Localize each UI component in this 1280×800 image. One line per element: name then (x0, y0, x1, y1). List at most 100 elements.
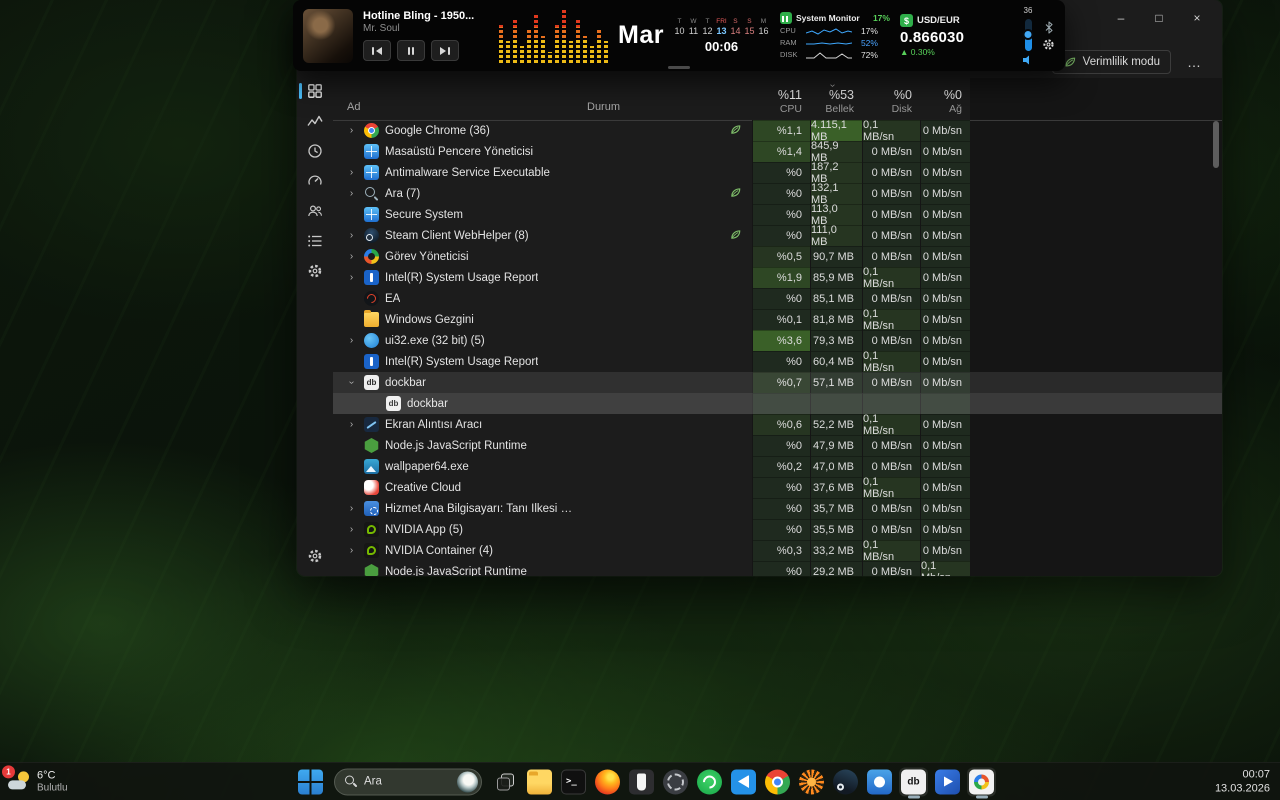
sidebar-item-performance[interactable] (297, 113, 333, 129)
table-row[interactable]: Node.js JavaScript Runtime %0 29,2 MB 0 … (333, 561, 1222, 576)
volume-slider-knob[interactable] (1023, 29, 1034, 40)
speaker-icon[interactable] (1023, 55, 1033, 65)
weather-widget[interactable]: 1 6°C Bulutlu (8, 769, 68, 794)
table-row[interactable]: Secure System %0 113,0 MB 0 MB/sn 0 Mb/s… (333, 204, 1222, 225)
expand-chevron[interactable]: › (345, 188, 358, 199)
system-clock[interactable]: 00:07 13.03.2026 (1215, 767, 1270, 796)
calendar-day: T12 (701, 18, 714, 36)
status-cell (580, 393, 752, 414)
column-header-disk[interactable]: %0 Disk (862, 78, 920, 120)
table-row[interactable]: › Antimalware Service Executable %0 187,… (333, 162, 1222, 183)
disk-cell: 0 MB/sn (862, 141, 920, 162)
expand-chevron[interactable]: › (345, 272, 358, 283)
table-row[interactable]: EA %0 85,1 MB 0 MB/sn 0 Mb/sn (333, 288, 1222, 309)
table-row[interactable]: › NVIDIA App (5) %0 35,5 MB 0 MB/sn 0 Mb… (333, 519, 1222, 540)
next-track-button[interactable] (431, 40, 459, 61)
sidebar-item-details[interactable] (297, 233, 333, 249)
bluetooth-icon[interactable] (1044, 21, 1054, 34)
table-row[interactable]: › Ara (7) %0 132,1 MB 0 MB/sn 0 Mb/sn (333, 183, 1222, 204)
table-row[interactable]: › dockbar %0,7 57,1 MB 0 MB/sn 0 Mb/sn (333, 372, 1222, 393)
table-row[interactable]: dockbar (333, 393, 1222, 414)
pause-button[interactable] (397, 40, 425, 61)
expand-chevron[interactable]: › (345, 125, 358, 136)
expand-chevron[interactable]: › (345, 545, 358, 556)
sidebar-item-users[interactable] (297, 203, 333, 219)
volume-slider[interactable] (1025, 19, 1032, 51)
gear-app-taskbar-button[interactable] (661, 767, 690, 796)
blue-app-taskbar-button[interactable] (865, 767, 894, 796)
taskbar: 1 6°C Bulutlu Ara 00:07 13.03.2026 (0, 762, 1280, 800)
photos-taskbar-button[interactable] (933, 767, 962, 796)
sidebar-item-app-history[interactable] (297, 143, 333, 159)
minimize-button[interactable]: – (1102, 4, 1140, 32)
system-monitor-title: System Monitor (796, 13, 869, 23)
sidebar-item-processes[interactable] (297, 83, 333, 99)
close-button[interactable]: × (1178, 4, 1216, 32)
table-row[interactable]: › NVIDIA Container (4) %0,3 33,2 MB 0,1 … (333, 540, 1222, 561)
expand-chevron[interactable]: › (345, 230, 358, 241)
scrollbar-thumb[interactable] (1213, 121, 1219, 168)
name-cell: Windows Gezgini (333, 309, 580, 330)
column-header-name[interactable]: Ad (347, 101, 360, 113)
eco-leaf-icon (729, 228, 742, 246)
table-row[interactable]: › Steam Client WebHelper (8) %0 111,0 MB… (333, 225, 1222, 246)
expand-chevron[interactable]: › (345, 524, 358, 535)
efficiency-mode-button[interactable]: Verimlilik modu (1052, 50, 1171, 74)
process-table-body: › Google Chrome (36) %1,1 4.115,1 MB 0,1… (333, 120, 1222, 576)
table-row[interactable]: › Ekran Alıntısı Aracı %0,6 52,2 MB 0,1 … (333, 414, 1222, 435)
task-manager-taskbar-button[interactable] (967, 767, 996, 796)
steam-taskbar-button[interactable] (831, 767, 860, 796)
table-row[interactable]: › Görev Yöneticisi %0,5 90,7 MB 0 MB/sn … (333, 246, 1222, 267)
more-options-button[interactable]: … (1183, 54, 1206, 70)
sidebar-item-startup-apps[interactable] (297, 173, 333, 189)
epic-games-taskbar-button[interactable] (627, 767, 656, 796)
dock-drag-handle[interactable] (668, 66, 690, 69)
terminal-taskbar-button[interactable] (559, 767, 588, 796)
disk-cell: 0,1 MB/sn (862, 414, 920, 435)
table-row[interactable]: Node.js JavaScript Runtime %0 47,9 MB 0 … (333, 435, 1222, 456)
column-header-memory[interactable]: › %53 Bellek (810, 78, 862, 120)
file-explorer-taskbar-button[interactable] (525, 767, 554, 796)
dockbar-taskbar-button[interactable] (899, 767, 928, 796)
table-row[interactable]: › Google Chrome (36) %1,1 4.115,1 MB 0,1… (333, 120, 1222, 141)
table-row[interactable]: › ui32.exe (32 bit) (5) %3,6 79,3 MB 0 M… (333, 330, 1222, 351)
whatsapp-taskbar-button[interactable] (695, 767, 724, 796)
process-icon (364, 270, 379, 285)
previous-track-button[interactable] (363, 40, 391, 61)
table-row[interactable]: Windows Gezgini %0,1 81,8 MB 0,1 MB/sn 0… (333, 309, 1222, 330)
dock-settings-gear-icon[interactable] (1042, 38, 1055, 51)
expand-chevron[interactable]: › (345, 167, 358, 178)
chrome-taskbar-button[interactable] (763, 767, 792, 796)
table-row[interactable]: › Intel(R) System Usage Report %1,9 85,9… (333, 267, 1222, 288)
starburst-taskbar-button[interactable] (797, 767, 826, 796)
mem-cell: 47,0 MB (810, 456, 862, 477)
expand-chevron[interactable]: › (345, 503, 358, 514)
status-cell (580, 540, 752, 561)
maximize-button[interactable]: □ (1140, 4, 1178, 32)
table-row[interactable]: Masaüstü Pencere Yöneticisi %1,4 845,9 M… (333, 141, 1222, 162)
table-row[interactable]: › Hizmet Ana Bilgisayarı: Tanı İlkesi Hi… (333, 498, 1222, 519)
column-header-status[interactable]: Durum (587, 101, 620, 113)
cpu-cell: %0,7 (752, 372, 810, 393)
table-row[interactable]: Intel(R) System Usage Report %0 60,4 MB … (333, 351, 1222, 372)
details-icon (307, 233, 323, 249)
settings-button[interactable] (297, 548, 333, 564)
start-button[interactable] (296, 767, 325, 796)
memory-total: %53 (829, 88, 854, 102)
vscode-taskbar-button[interactable] (729, 767, 758, 796)
expand-chevron[interactable]: › (345, 335, 358, 346)
table-row[interactable]: Creative Cloud %0 37,6 MB 0,1 MB/sn 0 Mb… (333, 477, 1222, 498)
expand-chevron[interactable]: › (346, 376, 357, 389)
desktop: – □ × dır Verimlilik modu … (0, 0, 1280, 800)
column-header-network[interactable]: %0 Ağ (920, 78, 970, 120)
column-header-cpu[interactable]: %11 CPU (752, 78, 810, 120)
sidebar-item-services[interactable] (297, 263, 333, 279)
name-cell: › Antimalware Service Executable (333, 162, 580, 183)
firefox-taskbar-button[interactable] (593, 767, 622, 796)
search-box[interactable]: Ara (334, 768, 482, 795)
table-row[interactable]: wallpaper64.exe %0,2 47,0 MB 0 MB/sn 0 M… (333, 456, 1222, 477)
task-view-taskbar-button[interactable] (491, 767, 520, 796)
expand-chevron[interactable]: › (345, 251, 358, 262)
expand-chevron[interactable]: › (345, 419, 358, 430)
scrollbar[interactable] (1213, 79, 1219, 572)
